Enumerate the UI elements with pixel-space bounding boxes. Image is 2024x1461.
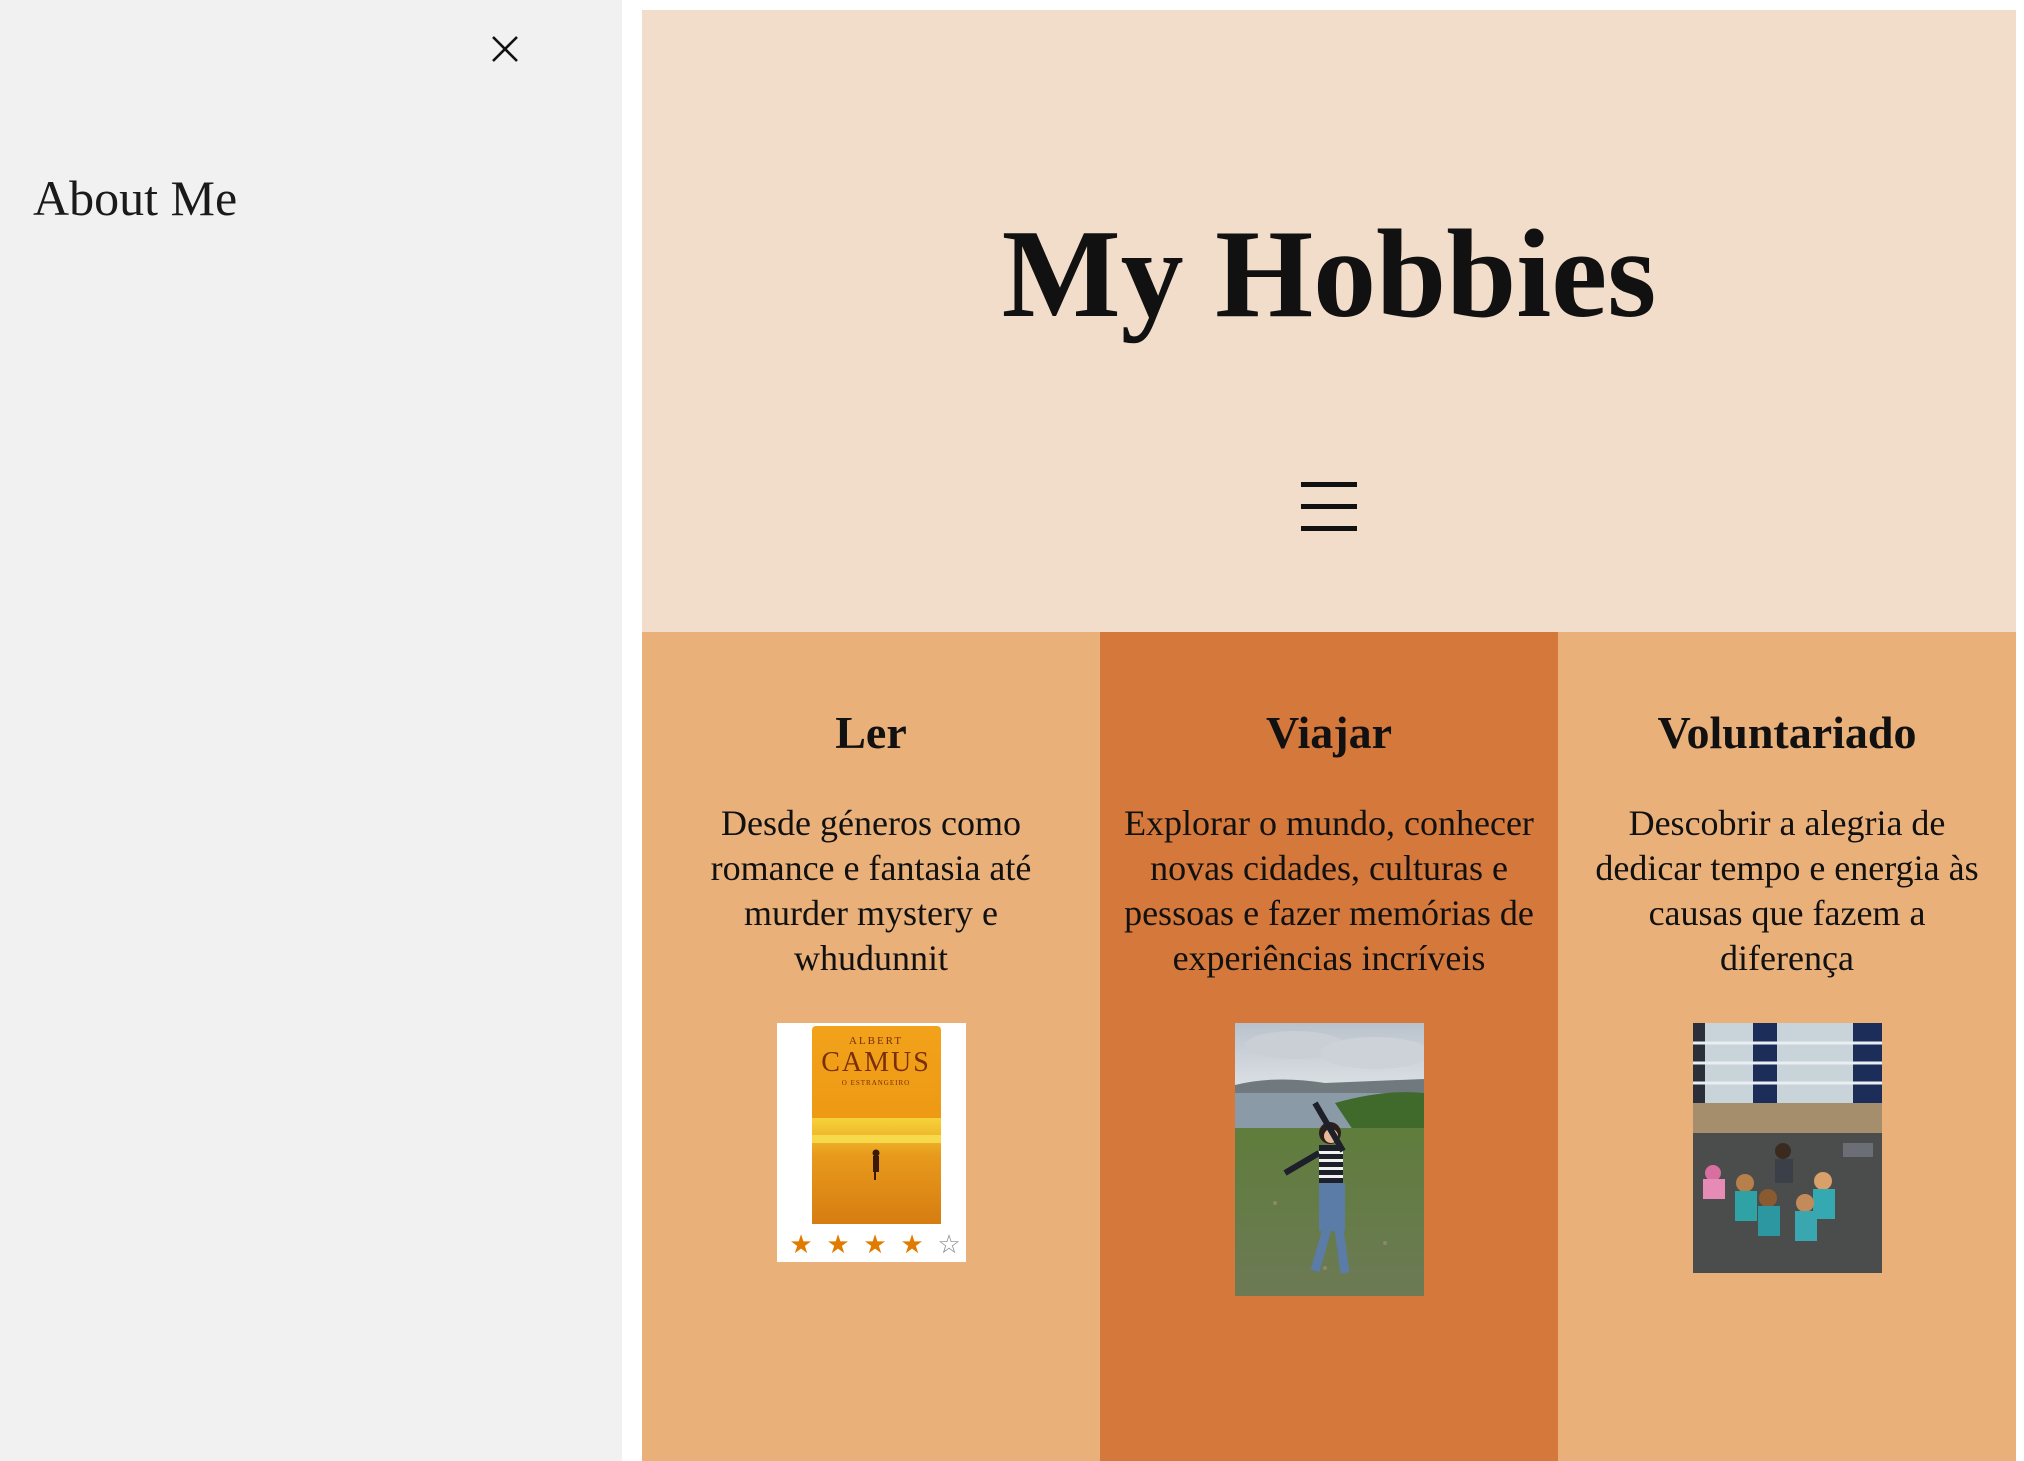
hobby-title: Voluntariado [1657, 707, 1917, 758]
star-filled-icon: ★ [826, 1230, 849, 1259]
hobby-title: Viajar [1265, 707, 1393, 758]
volunteering-photo [1692, 1023, 1882, 1273]
sidebar-link-about-me[interactable]: About Me [33, 168, 237, 228]
travel-photo [1234, 1023, 1424, 1296]
star-filled-icon: ★ [900, 1230, 923, 1259]
close-icon [492, 36, 518, 62]
main-content: My Hobbies Ler Desde géneros como romanc… [642, 10, 2016, 1461]
hobby-description: Descobrir a alegria de dedicar tempo e e… [1595, 803, 1979, 978]
hamburger-menu-icon [1301, 482, 1357, 531]
hobby-description: Desde géneros como romance e fantasia at… [710, 803, 1032, 978]
hobby-description: Explorar o mundo, conhecer novas cidades… [1124, 803, 1534, 978]
hobby-card-viajar: Viajar Explorar o mundo, conhecer novas … [1100, 632, 1558, 1461]
hobby-title: Ler [835, 707, 907, 758]
star-empty-icon: ☆ [937, 1230, 960, 1259]
hobbies-grid: Ler Desde géneros como romance e fantasi… [642, 632, 2016, 1461]
sidebar: About Me [0, 0, 622, 1461]
star-filled-icon: ★ [789, 1230, 812, 1259]
book-subtitle: O ESTRANGEIRO [841, 1079, 909, 1087]
menu-button[interactable] [1299, 476, 1359, 538]
hobby-card-ler: Ler Desde géneros como romance e fantasi… [642, 632, 1100, 1461]
page-title: My Hobbies [1001, 205, 1657, 344]
page-header: My Hobbies [642, 10, 2016, 632]
book-cover-image: ALBERT CAMUS O ESTRANGEIRO ★ ★ ★ ★ ☆ [776, 1023, 966, 1262]
close-sidebar-button[interactable] [490, 34, 520, 64]
hobby-card-voluntariado: Voluntariado Descobrir a alegria de dedi… [1558, 632, 2016, 1461]
book-author: ALBERT [848, 1035, 902, 1047]
book-title: CAMUS [821, 1047, 931, 1078]
star-filled-icon: ★ [863, 1230, 886, 1259]
